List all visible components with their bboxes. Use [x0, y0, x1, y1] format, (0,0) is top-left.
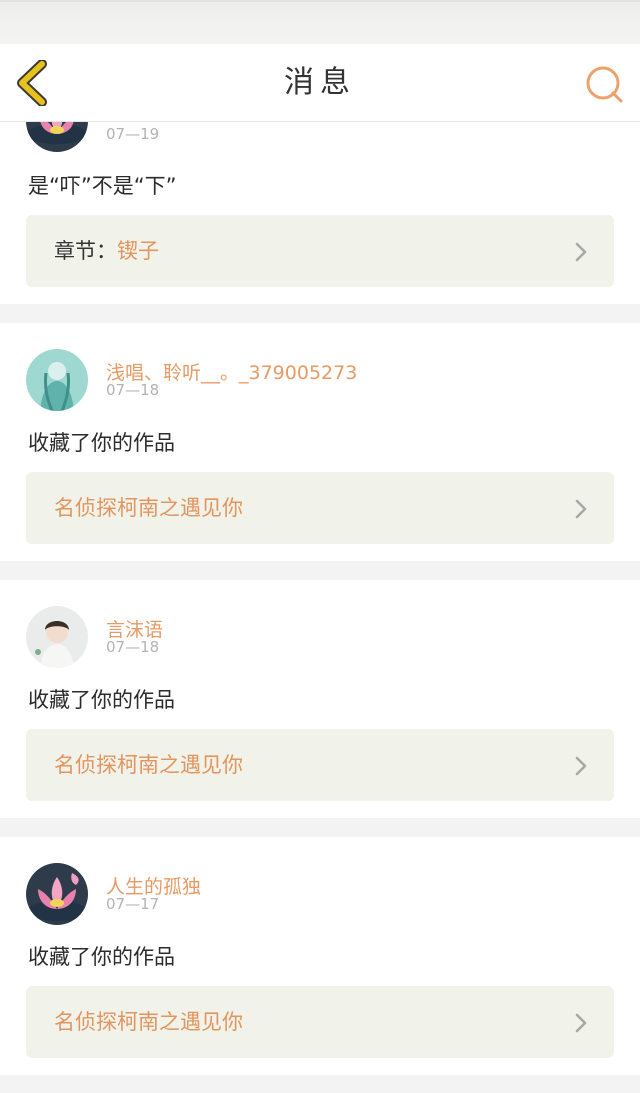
work-link-label: 名侦探柯南之遇见你 [54, 472, 243, 544]
work-link-label: 章节：锲子 [54, 215, 159, 287]
lotus-avatar-image [26, 863, 88, 925]
work-link-title: 名侦探柯南之遇见你 [54, 753, 243, 777]
person-avatar-image [26, 606, 88, 668]
chevron-right-icon [575, 242, 587, 262]
avatar[interactable] [26, 606, 88, 668]
avatar[interactable] [26, 349, 88, 411]
work-link-title: 名侦探柯南之遇见你 [54, 1010, 243, 1034]
chevron-right-icon [575, 499, 587, 519]
work-link[interactable]: 名侦探柯南之遇见你 [26, 986, 614, 1058]
work-link-title: 名侦探柯南之遇见你 [54, 496, 243, 520]
work-link[interactable]: 名侦探柯南之遇见你 [26, 729, 614, 801]
search-button[interactable] [584, 64, 624, 104]
message-card: 言沫语 07—18 收藏了你的作品 名侦探柯南之遇见你 [0, 580, 640, 818]
teal-figure-avatar-image [26, 349, 88, 411]
chevron-right-icon [575, 756, 587, 776]
status-bar [0, 0, 640, 44]
message-card: 人生的孤独 07—17 收藏了你的作品 名侦探柯南之遇见你 [0, 837, 640, 1075]
message-text: 收藏了你的作品 [28, 945, 175, 969]
search-icon [586, 66, 623, 103]
work-link[interactable]: 名侦探柯南之遇见你 [26, 472, 614, 544]
message-date: 07—19 [106, 125, 160, 143]
message-text: 是“吓”不是“下” [28, 174, 177, 198]
avatar[interactable] [26, 863, 88, 925]
page-title: 消息 [284, 65, 356, 100]
message-text: 收藏了你的作品 [28, 688, 175, 712]
work-link-label: 名侦探柯南之遇见你 [54, 729, 243, 801]
back-button[interactable] [14, 59, 54, 107]
message-card: 07—19 是“吓”不是“下” 章节：锲子 [0, 90, 640, 304]
message-date: 07—18 [106, 381, 160, 399]
message-text: 收藏了你的作品 [28, 431, 175, 455]
work-link-label: 名侦探柯南之遇见你 [54, 986, 243, 1058]
chevron-right-icon [575, 1013, 587, 1033]
work-link-prefix: 章节： [54, 239, 117, 263]
work-link[interactable]: 章节：锲子 [26, 215, 614, 287]
message-date: 07—18 [106, 638, 160, 656]
message-date: 07—17 [106, 895, 160, 913]
header-bar: 消息 [0, 44, 640, 122]
message-card: 浅唱、聆听__。_379005273 07—18 收藏了你的作品 名侦探柯南之遇… [0, 323, 640, 561]
chevron-left-icon [17, 59, 47, 107]
work-link-title: 锲子 [117, 239, 159, 263]
